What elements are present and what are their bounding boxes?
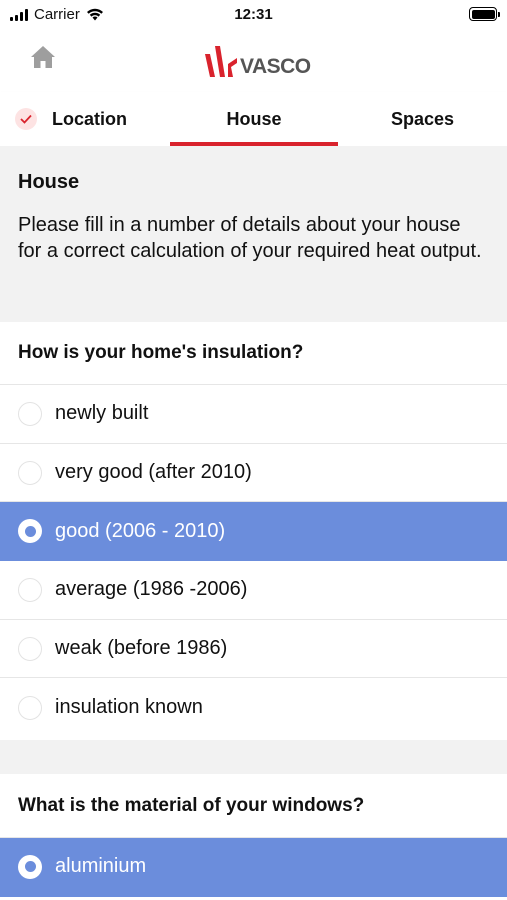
option-label: aluminium — [55, 855, 147, 878]
insulation-options: newly built very good (after 2010) good … — [0, 385, 507, 738]
section-divider — [0, 740, 507, 774]
tab-house-label: House — [226, 108, 282, 129]
app-header: VASCO — [0, 30, 507, 92]
status-bar: Carrier 12:31 — [0, 0, 507, 30]
option-label: good (2006 - 2010) — [55, 519, 226, 542]
window-option-aluminium[interactable]: aluminium — [0, 838, 507, 897]
insulation-option-very-good[interactable]: very good (after 2010) — [0, 443, 507, 503]
intro-section: House Please fill in a number of details… — [0, 146, 507, 322]
radio-unchecked-icon — [18, 460, 42, 485]
logo-wordmark: VASCO — [240, 55, 311, 78]
window-material-options: aluminium — [0, 838, 507, 897]
tab-location-label: Location — [52, 108, 127, 129]
insulation-option-good[interactable]: good (2006 - 2010) — [0, 502, 507, 562]
radio-checked-icon — [18, 519, 42, 544]
vasco-logo: VASCO — [204, 44, 311, 78]
radio-unchecked-icon — [18, 577, 42, 602]
vasco-logo-mark — [205, 46, 237, 77]
radio-checked-icon — [18, 854, 42, 879]
insulation-option-average[interactable]: average (1986 -2006) — [0, 561, 507, 620]
radio-unchecked-icon — [18, 636, 42, 661]
window-material-question: What is the material of your windows? — [0, 774, 507, 838]
insulation-option-newly-built[interactable]: newly built — [0, 385, 507, 444]
insulation-question: How is your home's insulation? — [0, 322, 507, 385]
section-title: House — [18, 171, 80, 193]
completed-check-icon — [15, 108, 37, 130]
option-label: average (1986 -2006) — [55, 578, 248, 601]
tab-spaces-label: Spaces — [390, 108, 455, 129]
step-tabs: Location House Spaces — [0, 92, 507, 146]
insulation-option-weak[interactable]: weak (before 1986) — [0, 619, 507, 679]
radio-unchecked-icon — [18, 401, 42, 426]
option-label: insulation known — [55, 696, 203, 719]
battery-icon — [469, 7, 500, 21]
section-description: Please fill in a number of details about… — [18, 214, 482, 262]
option-label: weak (before 1986) — [55, 637, 228, 660]
home-icon[interactable] — [28, 42, 58, 72]
tab-spaces[interactable]: Spaces — [338, 92, 507, 146]
option-label: very good (after 2010) — [55, 461, 252, 484]
tab-location[interactable]: Location — [0, 92, 170, 146]
radio-unchecked-icon — [18, 695, 42, 720]
clock: 12:31 — [234, 6, 273, 23]
option-label: newly built — [55, 402, 149, 425]
tab-house[interactable]: House — [170, 92, 338, 146]
insulation-option-known[interactable]: insulation known — [0, 678, 507, 738]
